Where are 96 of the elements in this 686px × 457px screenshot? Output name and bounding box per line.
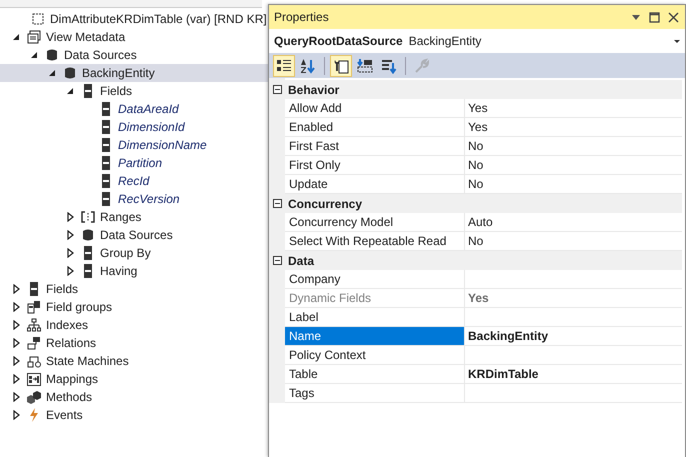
dropdown-caret-icon[interactable] bbox=[673, 37, 681, 45]
cubes-icon bbox=[26, 390, 42, 404]
sort-lines-icon bbox=[381, 58, 397, 74]
cylinder-icon bbox=[82, 228, 94, 242]
relation-icon bbox=[27, 336, 41, 350]
tree-item[interactable]: Methods bbox=[0, 388, 268, 406]
expanded-arrow-icon[interactable] bbox=[30, 51, 38, 59]
collapsed-arrow-icon[interactable] bbox=[12, 392, 20, 402]
category-header: Behavior bbox=[287, 82, 340, 96]
tree-item[interactable]: Data Sources bbox=[0, 46, 268, 64]
property-name[interactable]: Company bbox=[285, 270, 465, 289]
properties-button[interactable] bbox=[330, 54, 352, 76]
collapsed-arrow-icon[interactable] bbox=[66, 212, 74, 222]
category-header: Concurrency bbox=[287, 196, 362, 210]
cylinder-icon bbox=[64, 66, 76, 80]
mapping-icon bbox=[27, 372, 41, 386]
tree-item[interactable]: Relations bbox=[0, 334, 268, 352]
collapsed-arrow-icon[interactable] bbox=[12, 320, 20, 330]
categorized-list-icon bbox=[276, 58, 292, 74]
state-machine-icon bbox=[27, 354, 41, 368]
tree-item[interactable]: DimensionName bbox=[0, 136, 268, 154]
collapsed-arrow-icon[interactable] bbox=[12, 284, 20, 294]
object-selector[interactable]: QueryRootDataSource BackingEntity bbox=[269, 29, 685, 53]
collapsed-arrow-icon[interactable] bbox=[12, 410, 20, 420]
property-name[interactable]: Concurrency Model bbox=[285, 213, 465, 232]
maximize-icon[interactable] bbox=[649, 12, 660, 22]
tree-item[interactable]: DimAttributeKRDimTable (var) [RND KR] bbox=[0, 10, 268, 28]
collapsed-arrow-icon[interactable] bbox=[12, 302, 20, 312]
field-icon bbox=[102, 138, 110, 152]
dashed-square-icon bbox=[32, 13, 44, 25]
field-icon bbox=[84, 264, 92, 278]
property-name[interactable]: Table bbox=[285, 365, 465, 384]
property-value[interactable]: Auto bbox=[465, 213, 682, 232]
field-icon bbox=[30, 282, 38, 296]
collapsed-arrow-icon[interactable] bbox=[12, 374, 20, 384]
collapsed-arrow-icon[interactable] bbox=[12, 356, 20, 366]
close-icon[interactable] bbox=[668, 12, 679, 22]
tree-item[interactable]: Group By bbox=[0, 244, 268, 262]
tree-item[interactable]: Events bbox=[0, 406, 268, 424]
categorized-button[interactable] bbox=[273, 54, 295, 76]
hierarchy-icon bbox=[27, 318, 41, 332]
tree-item[interactable]: DimensionId bbox=[0, 118, 268, 136]
tree-item[interactable]: RecId bbox=[0, 172, 268, 190]
property-value[interactable]: KRDimTable bbox=[465, 365, 682, 384]
property-value[interactable]: BackingEntity bbox=[465, 327, 682, 346]
field-icon bbox=[102, 102, 110, 116]
tree-item[interactable]: Ranges bbox=[0, 208, 268, 226]
collapsed-arrow-icon[interactable] bbox=[66, 248, 74, 258]
tree-item[interactable]: Indexes bbox=[0, 316, 268, 334]
tree-item[interactable]: Having bbox=[0, 262, 268, 280]
tree-item[interactable]: BackingEntity bbox=[0, 64, 268, 82]
insert-arrow-icon bbox=[357, 58, 373, 74]
wrench-page-icon bbox=[333, 58, 349, 74]
property-name[interactable]: Enabled bbox=[285, 118, 465, 137]
tree-item[interactable]: Fields bbox=[0, 280, 268, 298]
field-icon bbox=[102, 120, 110, 134]
property-name[interactable]: Allow Add bbox=[285, 99, 465, 118]
collapsed-arrow-icon[interactable] bbox=[66, 230, 74, 240]
field-icon bbox=[84, 246, 92, 260]
tree-item[interactable]: Partition bbox=[0, 154, 268, 172]
tree-item[interactable]: DataAreaId bbox=[0, 100, 268, 118]
tree-item[interactable]: Field groups bbox=[0, 298, 268, 316]
field-icon bbox=[102, 174, 110, 188]
tree-item[interactable]: Fields bbox=[0, 82, 268, 100]
field-group-icon bbox=[27, 300, 41, 314]
property-value[interactable]: Yes bbox=[465, 99, 682, 118]
lightning-icon bbox=[29, 408, 39, 422]
tree-item[interactable]: View Metadata bbox=[0, 28, 268, 46]
property-name[interactable]: First Only bbox=[285, 156, 465, 175]
field-icon bbox=[84, 84, 92, 98]
brackets-icon bbox=[81, 211, 95, 223]
sort-az-icon bbox=[300, 58, 316, 74]
property-value[interactable]: No bbox=[465, 156, 682, 175]
cylinder-icon bbox=[46, 48, 58, 62]
windows-icon bbox=[27, 30, 41, 44]
property-value[interactable]: Yes bbox=[465, 118, 682, 137]
expanded-arrow-icon[interactable] bbox=[66, 87, 74, 95]
tree-item[interactable]: RecVersion bbox=[0, 190, 268, 208]
expanded-arrow-icon[interactable] bbox=[48, 69, 56, 77]
property-name[interactable]: Policy Context bbox=[285, 346, 465, 365]
tree-item[interactable]: Data Sources bbox=[0, 226, 268, 244]
panel-title: Properties bbox=[274, 10, 330, 24]
property-value[interactable]: No bbox=[465, 137, 682, 156]
property-name[interactable]: Tags bbox=[285, 384, 465, 403]
property-name[interactable]: First Fast bbox=[285, 137, 465, 156]
tree-item[interactable]: State Machines bbox=[0, 352, 268, 370]
category-header: Data bbox=[287, 254, 314, 268]
field-icon bbox=[102, 192, 110, 206]
field-icon bbox=[102, 156, 110, 170]
collapsed-arrow-icon[interactable] bbox=[12, 338, 20, 348]
dropdown-caret-icon[interactable] bbox=[631, 12, 641, 22]
collapsed-arrow-icon[interactable] bbox=[66, 266, 74, 276]
expanded-arrow-icon[interactable] bbox=[12, 33, 20, 41]
wrench-icon bbox=[414, 58, 430, 74]
property-name[interactable]: Name bbox=[285, 327, 465, 346]
tree-item[interactable]: Mappings bbox=[0, 370, 268, 388]
